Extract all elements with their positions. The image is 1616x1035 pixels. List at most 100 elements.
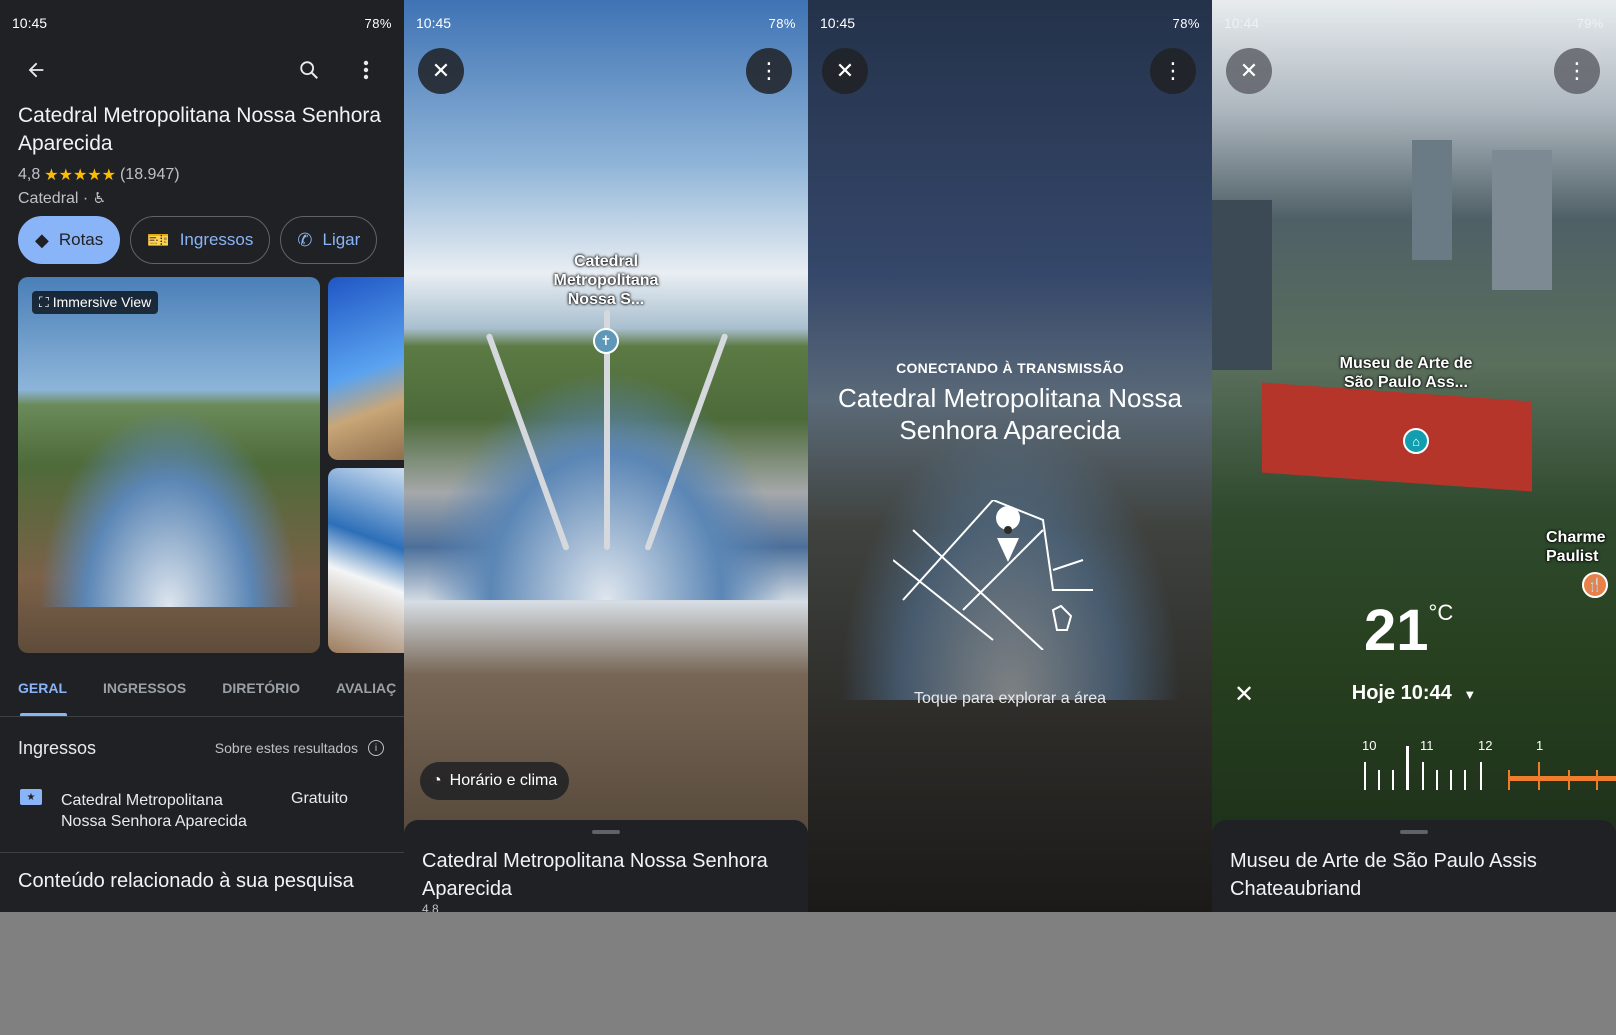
review-count: (18.947) bbox=[119, 166, 180, 183]
church-pin-icon[interactable]: ✝ bbox=[593, 328, 619, 354]
museum-map-label: Museu de Arte de São Paulo Ass... bbox=[1339, 355, 1473, 391]
tickets-button[interactable]: 🎫 Ingressos bbox=[130, 216, 271, 264]
loading-scene[interactable] bbox=[808, 0, 1212, 912]
building bbox=[1212, 200, 1272, 370]
close-button[interactable]: ✕ bbox=[822, 48, 868, 94]
tab-overview[interactable]: GERAL bbox=[0, 680, 85, 717]
place-photo-3[interactable] bbox=[328, 468, 404, 653]
close-icon: ✕ bbox=[431, 58, 451, 83]
side-map-label: Charme Paulist bbox=[1546, 529, 1606, 565]
tab-reviews[interactable]: AVALIAÇ bbox=[318, 680, 404, 716]
cathedral-shape bbox=[38, 407, 300, 607]
timeline-current-marker[interactable] bbox=[1406, 746, 1409, 790]
top-bar bbox=[0, 52, 404, 92]
directions-button[interactable]: ◆ Rotas bbox=[18, 216, 121, 264]
more-vert-icon: ⋮ bbox=[758, 58, 780, 83]
timeline-label: 10 bbox=[1362, 738, 1377, 753]
status-bar: 10:45 78% bbox=[808, 0, 1212, 46]
timeline-label: 1 bbox=[1536, 738, 1544, 753]
ticket-icon: 🎫 bbox=[147, 229, 170, 250]
sheet-handle[interactable] bbox=[592, 830, 620, 834]
rating-row[interactable]: 4,8 ★★★★★ (18.947) bbox=[18, 165, 180, 185]
more-vert-icon: ⋮ bbox=[1162, 58, 1184, 83]
sheet-handle[interactable] bbox=[1400, 830, 1428, 834]
close-icon: ✕ bbox=[1239, 58, 1259, 83]
immersive-view-label: Immersive View bbox=[52, 294, 152, 310]
related-content-title: Conteúdo relacionado à sua pesquisa bbox=[18, 870, 354, 892]
timeline-tick bbox=[1480, 762, 1482, 790]
place-photo-2[interactable] bbox=[328, 277, 404, 460]
back-arrow-icon[interactable] bbox=[18, 52, 54, 88]
status-bar: 10:44 79% bbox=[1212, 0, 1616, 46]
tab-directory[interactable]: DIRETÓRIO bbox=[204, 680, 318, 716]
museum-pin-icon[interactable]: ⌂ bbox=[1403, 428, 1429, 454]
more-options-button[interactable]: ⋮ bbox=[1554, 48, 1600, 94]
ticket-name[interactable]: Catedral Metropolitana Nossa Senhora Apa… bbox=[61, 790, 271, 832]
tab-bar: GERAL INGRESSOS DIRETÓRIO AVALIAÇ bbox=[0, 680, 404, 717]
timeline-tick bbox=[1436, 770, 1438, 790]
hand-icon bbox=[1051, 604, 1073, 631]
more-vert-icon: ⋮ bbox=[1566, 58, 1588, 83]
time-selector[interactable]: Hoje 10:44 ▼ bbox=[1212, 682, 1616, 705]
more-options-button[interactable]: ⋮ bbox=[746, 48, 792, 94]
close-button[interactable]: ✕ bbox=[418, 48, 464, 94]
restaurant-pin-icon[interactable]: 🍴 bbox=[1582, 572, 1608, 598]
category-label: Catedral · bbox=[18, 190, 89, 207]
immersive-view-panel: 10:45 78% ✕ ⋮ Catedral Metropolitana Nos… bbox=[404, 0, 808, 912]
call-button[interactable]: ✆ Ligar bbox=[280, 216, 378, 264]
time-slider[interactable]: 10 11 12 1 bbox=[1362, 738, 1616, 802]
expand-icon: ⛶ bbox=[39, 294, 49, 310]
status-time: 10:45 bbox=[12, 15, 48, 31]
wheelchair-icon: ♿ bbox=[92, 190, 107, 207]
temperature-value: 21 bbox=[1364, 598, 1429, 663]
place-map-label: Catedral Metropolitana Nossa S... bbox=[553, 253, 659, 308]
time-weather-label: Horário e clima bbox=[449, 772, 558, 789]
time-label: Hoje 10:44 bbox=[1351, 682, 1452, 704]
star-icons: ★★★★★ bbox=[44, 167, 116, 184]
sheet-title: Museu de Arte de São Paulo Assis Chateau… bbox=[1230, 850, 1537, 900]
battery-level: 78% bbox=[768, 15, 796, 31]
immersive-view-badge: ⛶ Immersive View bbox=[32, 291, 159, 314]
search-icon[interactable] bbox=[291, 52, 327, 88]
directions-icon: ◆ bbox=[35, 229, 49, 250]
about-results-link[interactable]: Sobre estes resultados i bbox=[215, 740, 384, 756]
close-button[interactable]: ✕ bbox=[1226, 48, 1272, 94]
timeline-tick bbox=[1596, 770, 1598, 790]
tab-tickets[interactable]: INGRESSOS bbox=[85, 680, 204, 716]
timeline-tick bbox=[1464, 770, 1466, 790]
immersive-view-photo[interactable]: ⛶ Immersive View bbox=[18, 277, 320, 653]
battery-level: 79% bbox=[1576, 15, 1604, 31]
connecting-label: CONECTANDO À TRANSMISSÃO bbox=[896, 360, 1124, 376]
tickets-label: Ingressos bbox=[179, 230, 254, 249]
explore-hint: Toque para explorar a área bbox=[913, 690, 1107, 707]
close-icon: ✕ bbox=[835, 58, 855, 83]
museum-immersive-panel: 10:44 79% ✕ ⋮ Museu de Arte de São Paulo… bbox=[1212, 0, 1616, 912]
tickets-section-title: Ingressos bbox=[18, 738, 97, 758]
call-label: Ligar bbox=[322, 230, 361, 249]
directions-label: Rotas bbox=[58, 230, 104, 249]
sheet-rating: 4,8 bbox=[422, 902, 439, 912]
dropdown-arrow-icon: ▼ bbox=[1463, 687, 1477, 702]
sheet-title: Catedral Metropolitana Nossa Senhora Apa… bbox=[422, 850, 768, 900]
rating-value: 4,8 bbox=[18, 166, 41, 183]
status-bar: 10:45 78% bbox=[0, 0, 404, 46]
battery-level: 78% bbox=[364, 15, 392, 31]
timeline-tick bbox=[1392, 770, 1394, 790]
bottom-sheet[interactable]: Catedral Metropolitana Nossa Senhora Apa… bbox=[404, 820, 808, 912]
bottom-sheet[interactable]: Museu de Arte de São Paulo Assis Chateau… bbox=[1212, 820, 1616, 912]
timeline-label: 12 bbox=[1478, 738, 1493, 753]
timeline-highlight bbox=[1508, 776, 1616, 781]
phone-icon: ✆ bbox=[297, 229, 313, 250]
time-weather-button[interactable]: ◔ Horário e clima bbox=[420, 762, 570, 800]
more-vert-icon[interactable] bbox=[348, 52, 384, 88]
map-explore-icon bbox=[893, 500, 1093, 650]
more-options-button[interactable]: ⋮ bbox=[1150, 48, 1196, 94]
action-chips: ◆ Rotas 🎫 Ingressos ✆ Ligar bbox=[18, 216, 378, 264]
connecting-panel: 10:45 78% ✕ ⋮ CONECTANDO À TRANSMISSÃO C… bbox=[808, 0, 1212, 912]
temperature-display: 21°C bbox=[1364, 597, 1453, 664]
category-row: Catedral · ♿ bbox=[18, 189, 106, 208]
ticket-price: Gratuito bbox=[291, 790, 348, 807]
ticket-small-icon: ★ bbox=[20, 789, 42, 805]
status-bar: 10:45 78% bbox=[404, 0, 808, 46]
screenshot-strip: 10:45 78% Catedral Metropolitana Nossa S… bbox=[0, 0, 1616, 912]
